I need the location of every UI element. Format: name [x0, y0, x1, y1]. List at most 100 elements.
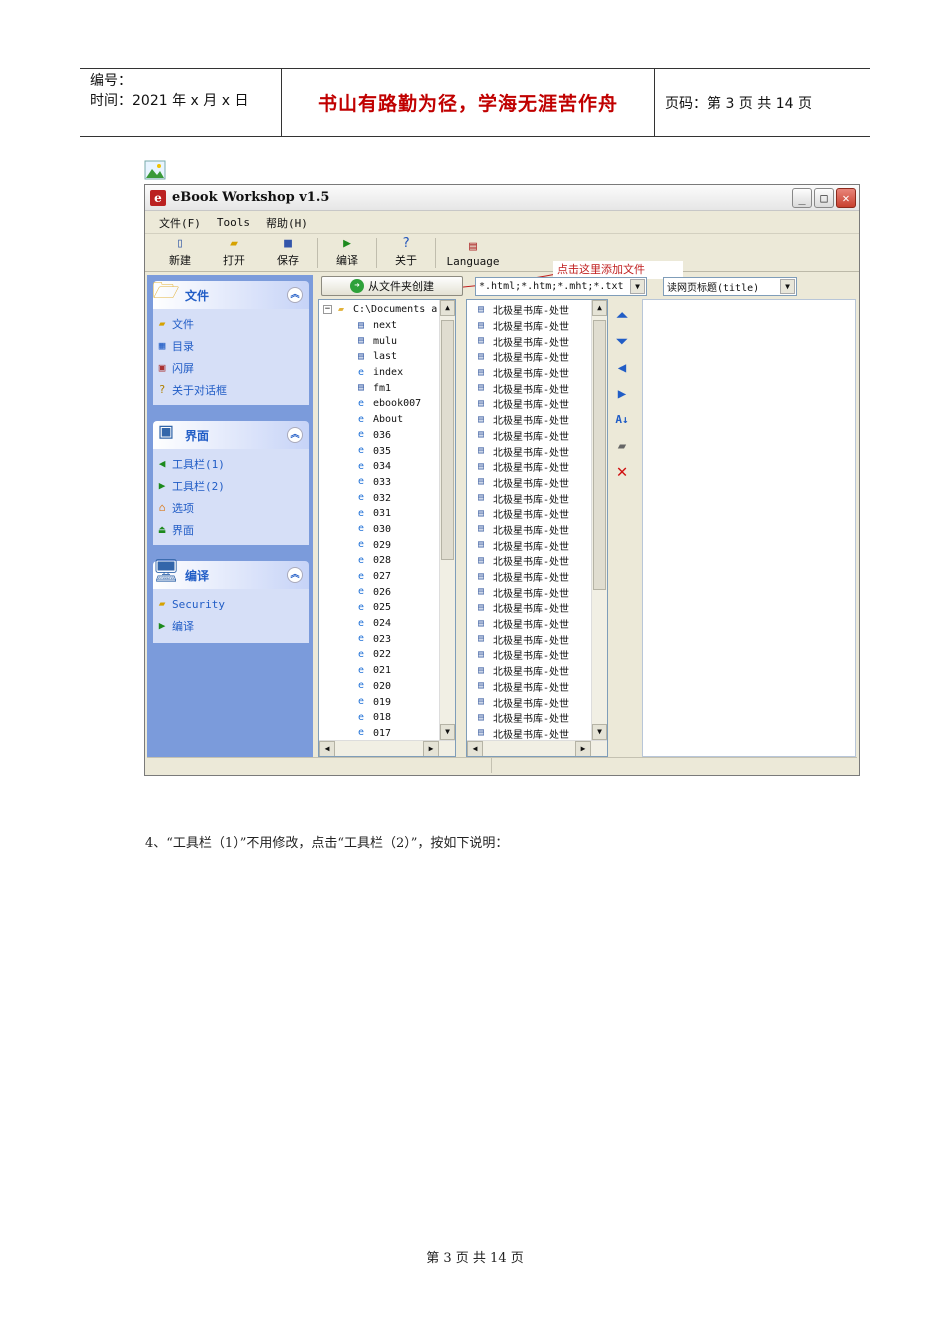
collapse-box-icon[interactable]: − — [323, 305, 332, 315]
file-list-item[interactable]: ▤ 北极星书库-处世 — [475, 584, 607, 600]
folder-tree[interactable]: − ▰ C:\Documents a ▤ next ▤ mulu ▤ last e index ▤ fm… — [318, 299, 456, 757]
tree-item[interactable]: e 018 — [323, 710, 455, 726]
task-item-toolbar-2[interactable]: ▶ 工具栏(2) — [155, 475, 309, 497]
file-list-item[interactable]: ▤ 北极星书库-处世 — [475, 663, 607, 679]
file-list-item[interactable]: ▤ 北极星书库-处世 — [475, 302, 607, 318]
tree-item[interactable]: e 028 — [323, 553, 455, 569]
scroll-thumb[interactable] — [593, 320, 606, 590]
tree-item[interactable]: e 030 — [323, 522, 455, 538]
menu-help[interactable]: 帮助(H) — [258, 215, 316, 231]
tree-root[interactable]: − ▰ C:\Documents a — [323, 302, 455, 318]
tree-item[interactable]: ▤ last — [323, 349, 455, 365]
tree-item[interactable]: e 023 — [323, 631, 455, 647]
file-list-item[interactable]: ▤ 北极星书库-处世 — [475, 694, 607, 710]
tree-item[interactable]: e 017 — [323, 726, 455, 742]
tree-item[interactable]: e 025 — [323, 600, 455, 616]
tree-vertical-scrollbar[interactable]: ▲ ▼ — [439, 300, 455, 740]
scroll-right-icon[interactable]: ▶ — [423, 741, 439, 756]
file-list-item[interactable]: ▤ 北极星书库-处世 — [475, 318, 607, 334]
move-bottom-icon[interactable]: ⏷ — [611, 331, 633, 353]
title-mode-select[interactable]: 读网页标题(title) ▼ — [663, 277, 797, 296]
task-item-file[interactable]: ▰ 文件 — [155, 313, 309, 335]
tree-item[interactable]: e 032 — [323, 490, 455, 506]
tree-horizontal-scrollbar[interactable]: ◀ ▶ — [319, 740, 455, 756]
task-item-toc[interactable]: ▦ 目录 — [155, 335, 309, 357]
scroll-up-icon[interactable]: ▲ — [440, 300, 455, 316]
delete-icon[interactable]: ✕ — [611, 461, 633, 483]
file-filter-select[interactable]: *.html;*.htm;*.mht;*.txt ▼ — [475, 277, 647, 296]
collapse-icon[interactable]: ︽ — [287, 567, 303, 583]
file-list-item[interactable]: ▤ 北极星书库-处世 — [475, 679, 607, 695]
file-list-item[interactable]: ▤ 北极星书库-处世 — [475, 553, 607, 569]
sort-icon[interactable]: A↓ — [611, 409, 633, 431]
file-list-item[interactable]: ▤ 北极星书库-处世 — [475, 365, 607, 381]
file-list-item[interactable]: ▤ 北极星书库-处世 — [475, 475, 607, 491]
tree-item[interactable]: e 022 — [323, 647, 455, 663]
file-list-item[interactable]: ▤ 北极星书库-处世 — [475, 537, 607, 553]
file-list-item[interactable]: ▤ 北极星书库-处世 — [475, 710, 607, 726]
tree-item[interactable]: e ebook007 — [323, 396, 455, 412]
new-button[interactable]: ▯ 新建 — [153, 237, 207, 271]
open-button[interactable]: ▰ 打开 — [207, 237, 261, 271]
chevron-down-icon[interactable]: ▼ — [780, 279, 795, 294]
tree-item[interactable]: e 033 — [323, 475, 455, 491]
tree-item[interactable]: e 021 — [323, 663, 455, 679]
file-list-item[interactable]: ▤ 北极星书库-处世 — [475, 647, 607, 663]
file-list-item[interactable]: ▤ 北极星书库-处世 — [475, 333, 607, 349]
tree-item[interactable]: e 026 — [323, 584, 455, 600]
file-list-item[interactable]: ▤ 北极星书库-处世 — [475, 506, 607, 522]
task-item-splash[interactable]: ▣ 闪屏 — [155, 357, 309, 379]
scroll-left-icon[interactable]: ◀ — [319, 741, 335, 756]
menu-tools[interactable]: Tools — [209, 216, 258, 229]
tree-item[interactable]: e 036 — [323, 428, 455, 444]
move-down-icon[interactable]: ▶ — [611, 383, 633, 405]
close-button[interactable]: ✕ — [836, 188, 856, 208]
collapse-icon[interactable]: ︽ — [287, 427, 303, 443]
file-list[interactable]: ▤ 北极星书库-处世 ▤ 北极星书库-处世 ▤ 北极星书库-处世 ▤ 北极星书库-处世 ▤ 北极星… — [466, 299, 608, 757]
tree-item[interactable]: e 035 — [323, 443, 455, 459]
file-list-item[interactable]: ▤ 北极星书库-处世 — [475, 380, 607, 396]
task-item-compile[interactable]: ▶ 编译 — [155, 615, 309, 637]
task-item-interface[interactable]: ⏏ 界面 — [155, 519, 309, 541]
file-list-item[interactable]: ▤ 北极星书库-处世 — [475, 396, 607, 412]
file-list-item[interactable]: ▤ 北极星书库-处世 — [475, 412, 607, 428]
tree-item[interactable]: e 019 — [323, 694, 455, 710]
file-list-item[interactable]: ▤ 北极星书库-处世 — [475, 443, 607, 459]
file-list-item[interactable]: ▤ 北极星书库-处世 — [475, 600, 607, 616]
task-item-security[interactable]: ▰ Security — [155, 593, 309, 615]
scroll-down-icon[interactable]: ▼ — [440, 724, 455, 740]
collapse-icon[interactable]: ︽ — [287, 287, 303, 303]
book-icon[interactable]: ▰ — [611, 435, 633, 457]
file-list-item[interactable]: ▤ 北极星书库-处世 — [475, 490, 607, 506]
menu-file[interactable]: 文件(F) — [151, 215, 209, 231]
save-button[interactable]: ■ 保存 — [261, 237, 315, 271]
scroll-left-icon[interactable]: ◀ — [467, 741, 483, 756]
file-list-item[interactable]: ▤ 北极星书库-处世 — [475, 726, 607, 742]
tree-item[interactable]: e 027 — [323, 569, 455, 585]
scroll-right-icon[interactable]: ▶ — [575, 741, 591, 756]
panel-interface-header[interactable]: ▣ 界面 ︽ — [153, 419, 309, 449]
tree-item[interactable]: e index — [323, 365, 455, 381]
tree-item[interactable]: ▤ next — [323, 318, 455, 334]
tree-item[interactable]: e 031 — [323, 506, 455, 522]
tree-item[interactable]: e 029 — [323, 537, 455, 553]
tree-item[interactable]: e 020 — [323, 679, 455, 695]
task-item-toolbar-1[interactable]: ◀ 工具栏(1) — [155, 453, 309, 475]
maximize-button[interactable]: □ — [814, 188, 834, 208]
tree-item[interactable]: e 024 — [323, 616, 455, 632]
move-top-icon[interactable]: ⏶ — [611, 305, 633, 327]
minimize-button[interactable]: _ — [792, 188, 812, 208]
scroll-up-icon[interactable]: ▲ — [592, 300, 607, 316]
list-horizontal-scrollbar[interactable]: ◀ ▶ — [467, 740, 607, 756]
panel-file-header[interactable]: 🗁 文件 ︽ — [152, 279, 309, 309]
tree-item[interactable]: ▤ mulu — [323, 333, 455, 349]
task-item-options[interactable]: ⌂ 选项 — [155, 497, 309, 519]
task-item-about-dialog[interactable]: ? 关于对话框 — [155, 379, 309, 401]
tree-item[interactable]: e 034 — [323, 459, 455, 475]
file-list-item[interactable]: ▤ 北极星书库-处世 — [475, 459, 607, 475]
tree-item[interactable]: ▤ fm1 — [323, 380, 455, 396]
scroll-down-icon[interactable]: ▼ — [592, 724, 607, 740]
file-list-item[interactable]: ▤ 北极星书库-处世 — [475, 522, 607, 538]
file-list-item[interactable]: ▤ 北极星书库-处世 — [475, 349, 607, 365]
list-vertical-scrollbar[interactable]: ▲ ▼ — [591, 300, 607, 740]
